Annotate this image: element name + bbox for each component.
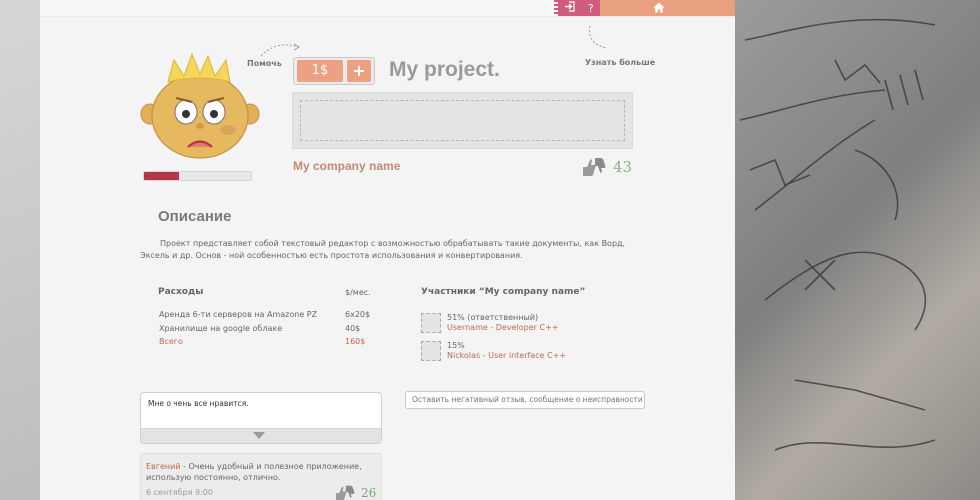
thumbs-icon[interactable] [581,156,607,178]
comment-expand-button[interactable] [141,428,381,443]
mood-progress-fill [144,172,180,180]
expenses-unit: $/мес. [345,288,371,297]
background-sketch-right [735,0,980,500]
review-card: Евгений - Очень удобный и полезное прило… [140,453,382,500]
member-share: 15% [447,341,465,350]
review-date: 6 сентября 9:00 [146,488,213,497]
negative-feedback-input[interactable] [405,391,645,409]
main-toolbar [600,0,735,16]
sad-face-avatar [140,52,260,159]
image-dropzone[interactable] [300,100,625,141]
help-button[interactable]: ? [588,2,594,15]
expense-total-label: Всего [159,337,183,346]
login-icon[interactable] [564,1,575,15]
member-name[interactable]: Nickolas - User interface C++ [447,351,566,360]
mood-progress-bar [143,171,252,181]
project-page: ? Помочь Узнать больше 1$ + My project. … [40,0,735,500]
rating-count: 43 [613,158,633,176]
description-title: Описание [158,208,232,225]
review-rating-count: 26 [361,486,377,500]
comment-text[interactable]: Мне о чень все нравится. [148,399,249,408]
learn-more-arrow [589,25,608,49]
review-text: Евгений - Очень удобный и полезное прило… [146,461,376,483]
help-hint[interactable]: Помочь [247,59,282,68]
donate-plus-button[interactable]: + [347,60,371,82]
avatar [421,341,441,361]
comment-input[interactable]: Мне о чень все нравится. [140,392,382,444]
member-share: 51% (ответственный) [447,313,539,322]
thumbs-icon[interactable] [334,484,356,500]
home-icon[interactable] [653,2,665,13]
expenses-title: Расходы [158,287,204,297]
description-text: Проект представляет собой текстовый реда… [140,239,626,260]
learn-more-hint[interactable]: Узнать больше [585,58,655,67]
project-rating: 43 [581,156,632,178]
project-title: My project. [389,58,500,81]
expense-row-label: Аренда 6-ти серверов на Amazone PZ [159,310,318,319]
project-image-placeholder [292,92,633,149]
expense-total-value: 160$ [345,337,366,346]
company-name[interactable]: My company name [293,159,400,173]
avatar [421,313,441,333]
donate-control: 1$ + [293,57,375,85]
review-author[interactable]: Евгений [146,462,181,471]
participants-title: Участники “My company name” [421,287,586,297]
review-rating: 26 [334,484,376,500]
expense-row-value: 6x20$ [345,310,371,319]
donate-amount[interactable]: 1$ [297,60,343,82]
member-name[interactable]: Username - Developer C++ [447,323,558,332]
expense-row-value: 40$ [345,324,361,333]
user-toolbar: ? [554,0,600,16]
expense-row-label: Хранилище на google облаке [159,324,283,333]
background-sketch-left [0,0,40,500]
